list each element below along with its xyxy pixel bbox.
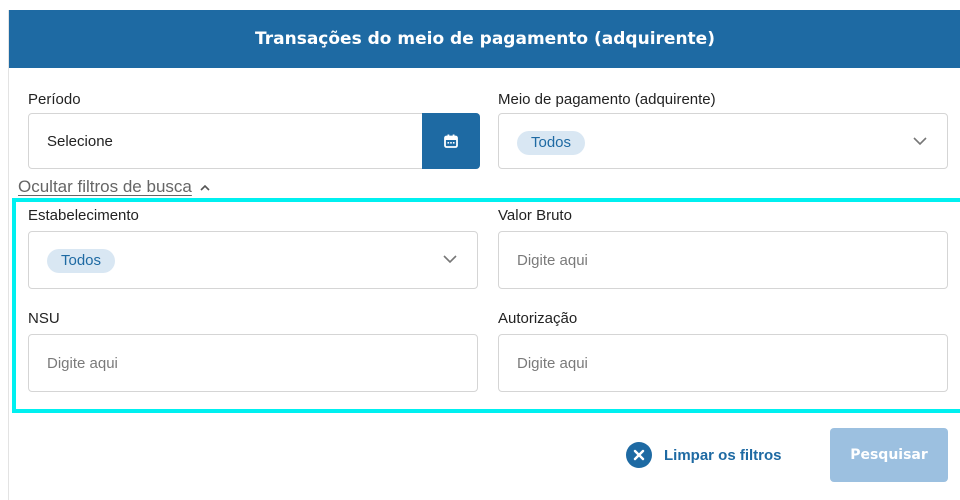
estabelecimento-select[interactable]: Todos: [28, 231, 478, 289]
periodo-label: Período: [28, 91, 81, 108]
nsu-label: NSU: [28, 310, 60, 327]
estabelecimento-chip[interactable]: Todos: [47, 249, 116, 273]
nsu-field[interactable]: [28, 334, 478, 392]
hide-filters-label: Ocultar filtros de busca: [18, 177, 192, 196]
calendar-button[interactable]: [422, 113, 480, 169]
meio-pagamento-label: Meio de pagamento (adquirente): [498, 91, 716, 108]
meio-pagamento-chip[interactable]: Todos: [517, 131, 586, 155]
autorizacao-label: Autorização: [498, 310, 578, 327]
autorizacao-field[interactable]: [498, 334, 948, 392]
nsu-input[interactable]: [29, 335, 477, 391]
calendar-icon: [444, 134, 458, 148]
chevron-up-icon: [200, 177, 210, 197]
chevron-down-icon[interactable]: [443, 254, 457, 264]
periodo-input[interactable]: [29, 114, 479, 168]
clear-filters-label: Limpar os filtros: [664, 446, 782, 464]
close-icon: [626, 442, 652, 468]
meio-pagamento-select[interactable]: Todos: [498, 113, 948, 169]
chevron-down-icon[interactable]: [913, 136, 927, 146]
panel-title: Transações do meio de pagamento (adquire…: [255, 29, 715, 49]
periodo-field[interactable]: [28, 113, 480, 169]
valor-bruto-label: Valor Bruto: [498, 207, 572, 224]
estabelecimento-label: Estabelecimento: [28, 207, 139, 224]
valor-bruto-field[interactable]: [498, 231, 948, 289]
panel-header: Transações do meio de pagamento (adquire…: [9, 10, 960, 68]
autorizacao-input[interactable]: [499, 335, 947, 391]
clear-filters-button[interactable]: Limpar os filtros: [626, 440, 782, 470]
search-button[interactable]: Pesquisar: [830, 428, 948, 482]
valor-bruto-input[interactable]: [499, 232, 947, 288]
hide-filters-toggle[interactable]: Ocultar filtros de busca: [18, 177, 210, 197]
